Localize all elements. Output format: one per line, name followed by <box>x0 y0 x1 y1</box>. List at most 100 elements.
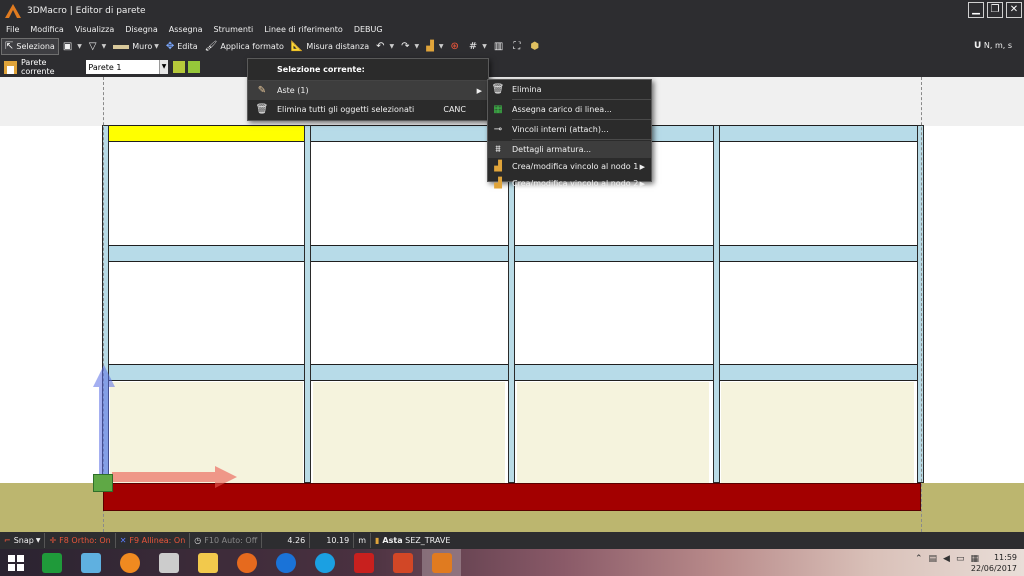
wall-panel <box>313 263 505 363</box>
submenu-item-label: Dettagli armatura... <box>512 145 592 154</box>
submenu-item-elimina[interactable]: 🗑 Elimina <box>488 81 651 98</box>
coord-unit: m <box>354 533 372 548</box>
lifebuoy-button[interactable]: ⊛ <box>447 38 464 55</box>
wall-prev-button[interactable] <box>173 61 186 73</box>
context-item-delete-all[interactable]: 🗑 Elimina tutti gli oggetti selezionati … <box>248 100 488 119</box>
menu-separator <box>512 119 651 120</box>
clock-time: 11:59 <box>993 553 1017 562</box>
acrobat-icon <box>353 552 374 573</box>
taskbar-app-tablet[interactable] <box>71 549 110 576</box>
column[interactable] <box>304 125 311 483</box>
context-item-label: Elimina tutti gli oggetti selezionati <box>277 105 415 114</box>
chevron-down-icon: ▼ <box>154 43 159 50</box>
submenu-item-line-load[interactable]: ▦ Assegna carico di linea... <box>488 101 651 118</box>
taskbar-app-media[interactable] <box>110 549 149 576</box>
apply-format-button[interactable]: 🖌 Applica formato <box>202 38 287 55</box>
submenu-item-label: Vincoli interni (attach)... <box>512 125 609 134</box>
shortcut-label: CANC <box>443 105 466 114</box>
notifications-icon[interactable]: ▭ <box>956 554 965 564</box>
wall-tool-button[interactable]: Muro ▼ <box>110 38 162 55</box>
windows-taskbar <box>0 549 1024 576</box>
undo-button[interactable]: ↶ ▼ <box>373 38 397 55</box>
menu-file[interactable]: File <box>6 25 19 34</box>
context-item-label: Aste (1) <box>277 86 309 95</box>
clock-icon: ◷ <box>194 536 202 545</box>
select-button[interactable]: ⇱ Seleziona <box>1 38 59 55</box>
edit-nodes-icon: ✥ <box>165 41 175 52</box>
align-toggle[interactable]: ✕ F9 Allinea: On <box>116 533 191 548</box>
filter-dropdown[interactable]: ▽ ▼ <box>86 38 109 55</box>
taskbar-app-snipping[interactable] <box>149 549 188 576</box>
chevron-down-icon: ▼ <box>159 60 169 74</box>
selection-mode-dropdown[interactable]: ▣ ▼ <box>60 38 85 55</box>
taskbar-app-3dmacro[interactable] <box>422 549 461 576</box>
title-bar: 3DMacro | Editor di parete ▁ ❐ ✕ <box>0 0 1024 22</box>
taskbar-app-skype[interactable] <box>305 549 344 576</box>
menu-linee-riferimento[interactable]: Linee di riferimento <box>264 25 343 34</box>
menu-debug[interactable]: DEBUG <box>354 25 383 34</box>
context-submenu: 🗑 Elimina ▦ Assegna carico di linea... ⊸… <box>487 79 652 189</box>
menu-disegna[interactable]: Disegna <box>125 25 158 34</box>
menu-visualizza[interactable]: Visualizza <box>75 25 114 34</box>
folder-icon <box>197 552 218 573</box>
tablet-icon <box>80 552 101 573</box>
constraint-tool-button[interactable]: ▟ ▼ <box>423 38 446 55</box>
zoom-extents-button[interactable]: ⛶ <box>510 38 526 55</box>
grid-button[interactable]: # ▼ <box>466 38 490 55</box>
coord-x: 4.26 <box>262 533 311 548</box>
3d-view-button[interactable]: ⬢ <box>527 38 545 55</box>
volume-icon[interactable]: ◀ <box>943 554 950 564</box>
snap-icon: ⌐ <box>4 536 11 545</box>
auto-toggle[interactable]: ◷ F10 Auto: Off <box>190 533 263 548</box>
submenu-item-rebar-details[interactable]: ⩩ Dettagli armatura... <box>488 141 651 158</box>
wall-panel <box>517 263 709 363</box>
column-tool-button[interactable]: ▥ <box>491 38 509 55</box>
selected-beam[interactable] <box>103 125 308 142</box>
constraint-icon: ▟ <box>494 178 502 189</box>
trash-icon: 🗑 <box>255 104 269 115</box>
units-selector[interactable]: U N, m, s <box>974 41 1012 51</box>
chevron-down-icon: ▼ <box>389 43 395 50</box>
chevron-down-icon: ▼ <box>414 43 420 50</box>
taskbar-clock[interactable]: 11:59 22/06/2017 <box>971 552 1017 574</box>
taskbar-app-powerpoint[interactable] <box>383 549 422 576</box>
trash-icon: 🗑 <box>491 84 505 95</box>
column[interactable] <box>713 125 720 483</box>
menu-strumenti[interactable]: Strumenti <box>214 25 254 34</box>
minimize-button[interactable]: ▁ <box>968 2 984 18</box>
ortho-toggle[interactable]: ✛ F8 Ortho: On <box>45 533 116 548</box>
wall-next-button[interactable] <box>188 61 200 73</box>
submenu-item-attach[interactable]: ⊸ Vincoli interni (attach)... <box>488 121 651 138</box>
network-icon[interactable]: ▤ <box>929 554 938 564</box>
taskbar-app-acrobat[interactable] <box>344 549 383 576</box>
current-wall-select[interactable]: Parete 1 ▼ <box>86 60 169 74</box>
close-button[interactable]: ✕ <box>1006 2 1022 18</box>
taskbar-app-teamviewer[interactable] <box>266 549 305 576</box>
chevron-up-icon[interactable]: ⌃ <box>915 554 923 564</box>
teamviewer-icon <box>275 552 296 573</box>
wall-current-icon <box>4 60 17 74</box>
edit-label: Edita <box>177 42 198 51</box>
snap-toggle[interactable]: ⌐ Snap ▼ <box>0 533 46 548</box>
context-item-aste[interactable]: ✎ Aste (1) ▶ <box>248 81 488 100</box>
restore-button[interactable]: ❐ <box>987 2 1003 18</box>
measure-distance-button[interactable]: 📐 Misura distanza <box>288 38 372 55</box>
menu-modifica[interactable]: Modifica <box>30 25 63 34</box>
chevron-down-icon: ▼ <box>101 43 107 50</box>
start-button[interactable] <box>0 549 32 576</box>
grid-icon: # <box>468 41 478 52</box>
menu-assegna[interactable]: Assegna <box>169 25 203 34</box>
wall-panel <box>313 143 505 244</box>
brush-icon: 🖌 <box>204 41 218 52</box>
edit-button[interactable]: ✥ Edita <box>163 38 201 55</box>
submenu-item-node1-constraint[interactable]: ▟ Crea/modifica vincolo al nodo 1 ▶ <box>488 158 651 175</box>
cube-icon: ⬢ <box>530 41 540 52</box>
taskbar-app-explorer[interactable] <box>188 549 227 576</box>
snap-label: Snap <box>13 536 34 545</box>
taskbar-app-firefox[interactable] <box>227 549 266 576</box>
taskbar-app-calculator[interactable] <box>32 549 71 576</box>
submenu-item-node2-constraint[interactable]: ▟ Crea/modifica vincolo al nodo 2 ▶ <box>488 175 651 192</box>
redo-button[interactable]: ↷ ▼ <box>398 38 422 55</box>
units-label: N, m, s <box>983 41 1012 50</box>
element-section: SEZ_TRAVE <box>405 536 451 545</box>
